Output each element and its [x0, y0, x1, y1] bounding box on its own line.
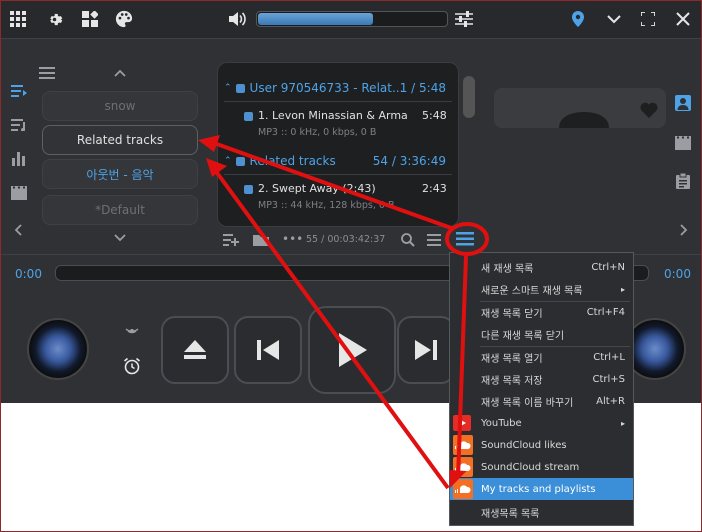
image-border	[0, 0, 702, 532]
